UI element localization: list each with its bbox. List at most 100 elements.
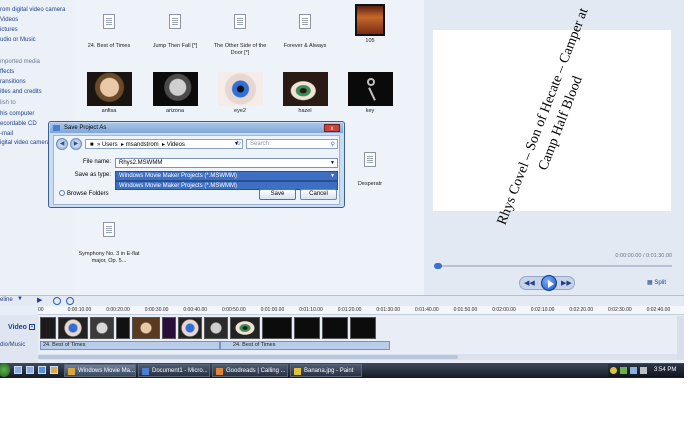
save-type-select[interactable]: Windows Movie Maker Projects (*.MSWMM) ▼ <box>115 171 338 181</box>
breadcrumb-videos[interactable]: Videos <box>167 142 185 148</box>
taskbar-item-paint[interactable]: Banana.jpg - Paint <box>290 364 362 377</box>
zoom-out-icon[interactable] <box>66 297 74 305</box>
picture-thumbnail <box>86 72 132 106</box>
split-icon: ▦ <box>647 280 653 286</box>
refresh-icon[interactable]: ↻ <box>236 140 241 147</box>
collection-item[interactable]: Forever & Always <box>273 14 337 50</box>
collection-item[interactable]: Jump Then Fall [*] <box>143 14 207 50</box>
zoom-in-icon[interactable] <box>53 297 61 305</box>
task-titles-credits[interactable]: itles and credits <box>0 89 42 95</box>
back-icon[interactable]: ◀ <box>56 138 68 150</box>
timeline-clip[interactable] <box>322 317 348 339</box>
timeline-clip[interactable] <box>116 317 130 339</box>
chevron-down-icon[interactable]: ▼ <box>330 173 335 179</box>
timeline-clip[interactable] <box>294 317 320 339</box>
task-import-audio[interactable]: udio or Music <box>0 37 36 43</box>
search-input[interactable]: Search ⚲ <box>246 139 338 149</box>
dialog-body: ◀ ▶ ■ » Users ▸ msandstrom ▸ Videos ▼ ↻ … <box>53 135 340 205</box>
collection-item[interactable]: The Other Side of the Door [*] <box>208 14 272 57</box>
chevron-down-icon[interactable]: ▼ <box>330 160 335 166</box>
collection-item[interactable]: 24. Best of Times <box>77 14 141 50</box>
timeline-clip[interactable] <box>204 317 228 339</box>
ruler-tick-label: 0:00:50.00 <box>222 307 246 313</box>
timeline-vertical-scrollbar[interactable] <box>677 316 684 360</box>
task-import-videos[interactable]: Videos <box>0 17 18 23</box>
show-desktop-icon[interactable] <box>14 366 22 374</box>
start-button[interactable] <box>0 363 10 377</box>
timeline-clip[interactable] <box>90 317 114 339</box>
video-track[interactable] <box>38 316 684 340</box>
play-icon[interactable] <box>541 275 557 291</box>
collection-item[interactable]: Desperatr <box>338 152 402 188</box>
picture-thumbnail <box>347 72 393 106</box>
collection-item[interactable]: arizona <box>143 72 207 115</box>
audio-track[interactable]: 24. Best of Times 24. Best of Times <box>38 341 684 350</box>
task-effects[interactable]: ffects <box>0 69 14 75</box>
clock[interactable]: 3:54 PM <box>654 367 676 373</box>
scrollbar-thumb[interactable] <box>38 355 458 359</box>
video-track-label: Video <box>8 324 27 331</box>
timeline-clip[interactable] <box>230 317 260 339</box>
tray-warning-icon[interactable] <box>610 367 617 374</box>
audio-file-icon <box>364 152 376 167</box>
timeline-clip[interactable] <box>162 317 176 339</box>
tray-volume-icon[interactable] <box>640 367 647 374</box>
timeline-clip[interactable] <box>262 317 292 339</box>
cancel-button[interactable]: Cancel <box>300 189 337 200</box>
collection-item[interactable]: anfisa <box>77 72 141 115</box>
chevron-down-icon[interactable]: ▼ <box>17 296 23 302</box>
timeline-clip[interactable] <box>178 317 202 339</box>
forward-icon[interactable]: ▶ <box>70 138 82 150</box>
next-frame-icon[interactable]: ▶▶ <box>561 279 572 287</box>
taskbar-item-browser[interactable]: Goodreads | Calling ... <box>212 364 288 377</box>
save-button[interactable]: Save <box>259 189 296 200</box>
folder-icon[interactable] <box>50 366 58 374</box>
search-icon: ⚲ <box>330 142 335 148</box>
audio-clip[interactable]: 24. Best of Times <box>220 341 390 350</box>
task-publish-camera[interactable]: igital video camera <box>0 140 50 146</box>
browser-icon[interactable] <box>38 366 46 374</box>
play-timeline-icon[interactable]: ▶ <box>37 296 42 304</box>
task-publish-cd[interactable]: ecordable CD <box>0 121 37 127</box>
ruler-tick-label: 00 <box>38 307 44 313</box>
task-import-video-camera[interactable]: rom digital video camera <box>0 7 65 13</box>
ruler-tick-label: 0:02:20.00 <box>569 307 594 313</box>
expand-icon[interactable]: + <box>29 324 35 330</box>
collection-item[interactable]: eye2 <box>208 72 272 115</box>
browse-folders-toggle[interactable]: Browse Folders <box>59 190 109 197</box>
task-publish-computer[interactable]: his computer <box>0 111 34 117</box>
collection-item[interactable]: Symphony No. 3 in E-flat major, Op. 5... <box>77 222 141 265</box>
taskbar-item-label: Goodreads | Calling ... <box>226 368 286 374</box>
timeline-ruler[interactable]: 00 0:00:10.00 0:00:20.00 0:00:30.00 0:00:40.… <box>38 306 684 315</box>
task-import-pictures[interactable]: ictures <box>0 27 18 33</box>
timeline-clip[interactable] <box>132 317 160 339</box>
split-button[interactable]: ▦ Split <box>647 279 666 286</box>
collection-item[interactable]: hazel <box>273 72 337 115</box>
timeline-clip[interactable] <box>350 317 376 339</box>
timeline-view-toggle[interactable]: eline <box>0 297 13 303</box>
task-transitions[interactable]: ransitions <box>0 79 26 85</box>
timeline-horizontal-scrollbar[interactable] <box>38 354 684 360</box>
seek-thumb[interactable] <box>434 263 442 269</box>
file-name-field[interactable]: Rhys2.MSWMM ▼ <box>115 158 338 168</box>
close-button[interactable]: x <box>324 124 340 132</box>
app-icon <box>142 368 149 375</box>
collection-item[interactable]: key <box>338 72 402 115</box>
address-bar[interactable]: ■ » Users ▸ msandstrom ▸ Videos ▼ <box>85 139 243 149</box>
breadcrumb-msandstrom[interactable]: msandstrom <box>126 142 159 148</box>
timeline-clip[interactable] <box>40 317 56 339</box>
breadcrumb-users[interactable]: Users <box>102 142 118 148</box>
previous-frame-icon[interactable]: ◀◀ <box>524 279 535 287</box>
dialog-title-bar[interactable]: Save Project As x <box>50 123 343 133</box>
switch-windows-icon[interactable] <box>26 366 34 374</box>
tray-network-icon[interactable] <box>630 367 637 374</box>
preview-timecode: 0:00:00.00 / 0:01:30.00 <box>615 253 672 259</box>
taskbar-item-word[interactable]: Document1 - Micro... <box>138 364 210 377</box>
taskbar-item-movie-maker[interactable]: Windows Movie Ma... <box>64 364 136 377</box>
timeline-clip[interactable] <box>58 317 88 339</box>
tray-security-icon[interactable] <box>620 367 627 374</box>
collection-item[interactable]: 105 <box>338 4 402 45</box>
audio-clip[interactable]: 24. Best of Times <box>40 341 220 350</box>
seek-bar[interactable] <box>434 263 672 269</box>
task-publish-email[interactable]: -mail <box>0 131 13 137</box>
